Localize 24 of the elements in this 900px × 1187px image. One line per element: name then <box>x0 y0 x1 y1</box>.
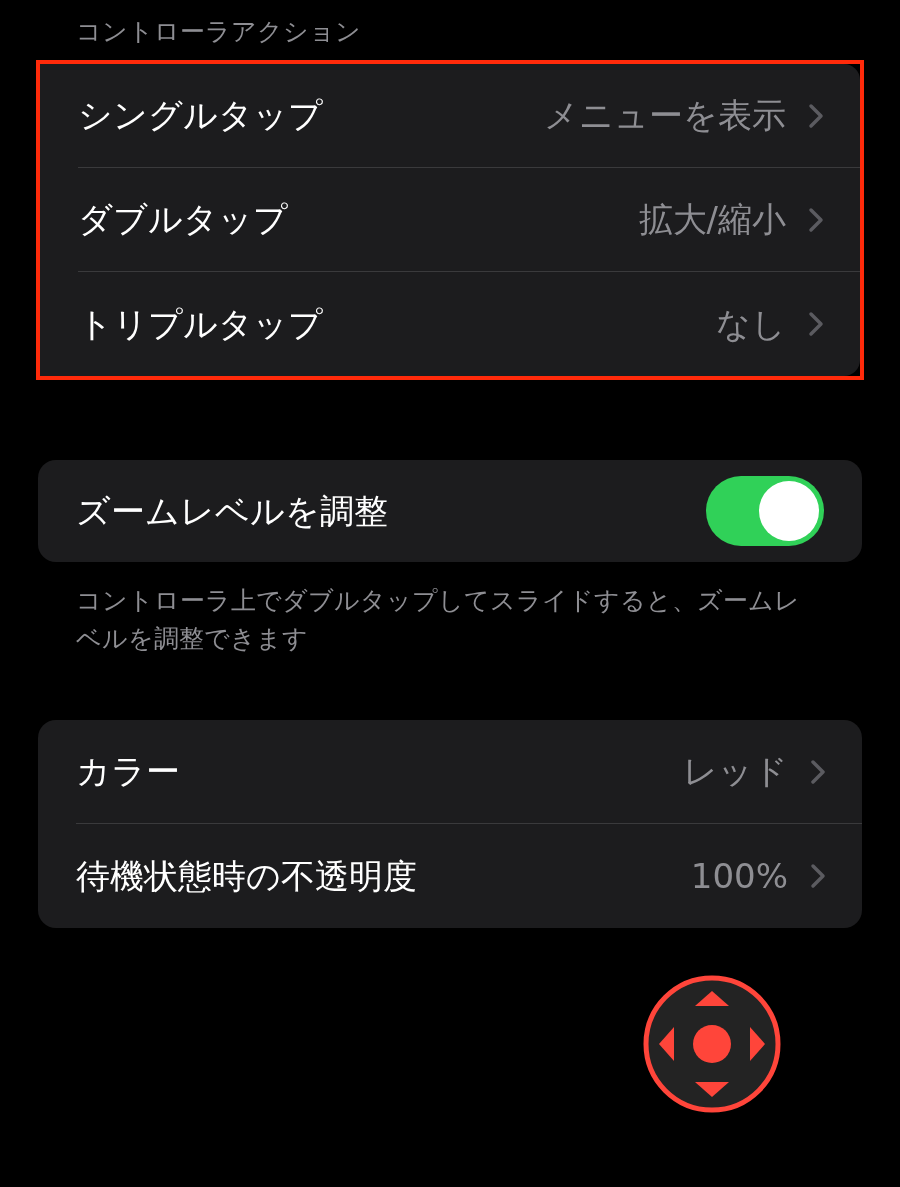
row-label: 待機状態時の不透明度 <box>76 854 417 898</box>
settings-row[interactable]: カラー レッド <box>76 720 862 824</box>
row-label: カラー <box>76 750 180 793</box>
row-label: トリプルタップ <box>78 302 323 346</box>
controller-icon[interactable] <box>642 974 782 1114</box>
row-value: レッド <box>683 750 788 793</box>
row-label: シングルタップ <box>78 94 323 137</box>
footer-note: コントローラ上でダブルタップしてスライドすると、ズームレベルを調整できます <box>75 585 801 655</box>
row-label: ダブルタップ <box>78 198 288 241</box>
chevron-icon <box>810 758 826 785</box>
chevron-icon <box>808 206 824 233</box>
settings-row[interactable]: シングルタップ メニューを表示 <box>78 64 860 168</box>
chevron-icon <box>810 863 826 889</box>
section-header: コントローラアクション <box>75 16 362 48</box>
row-value: 拡大/縮小 <box>638 198 786 241</box>
chevron-icon <box>808 311 824 337</box>
row-value: 100% <box>690 854 788 898</box>
row-value: メニューを表示 <box>544 94 786 137</box>
chevron-icon <box>808 102 824 129</box>
row-label: ズームレベルを調整 <box>76 489 388 533</box>
settings-row[interactable]: ダブルタップ 拡大/縮小 <box>78 168 860 272</box>
settings-row[interactable]: トリプルタップ なし <box>78 272 860 376</box>
row-value: なし <box>716 302 786 346</box>
settings-row[interactable]: 待機状態時の不透明度 100% <box>76 824 862 928</box>
